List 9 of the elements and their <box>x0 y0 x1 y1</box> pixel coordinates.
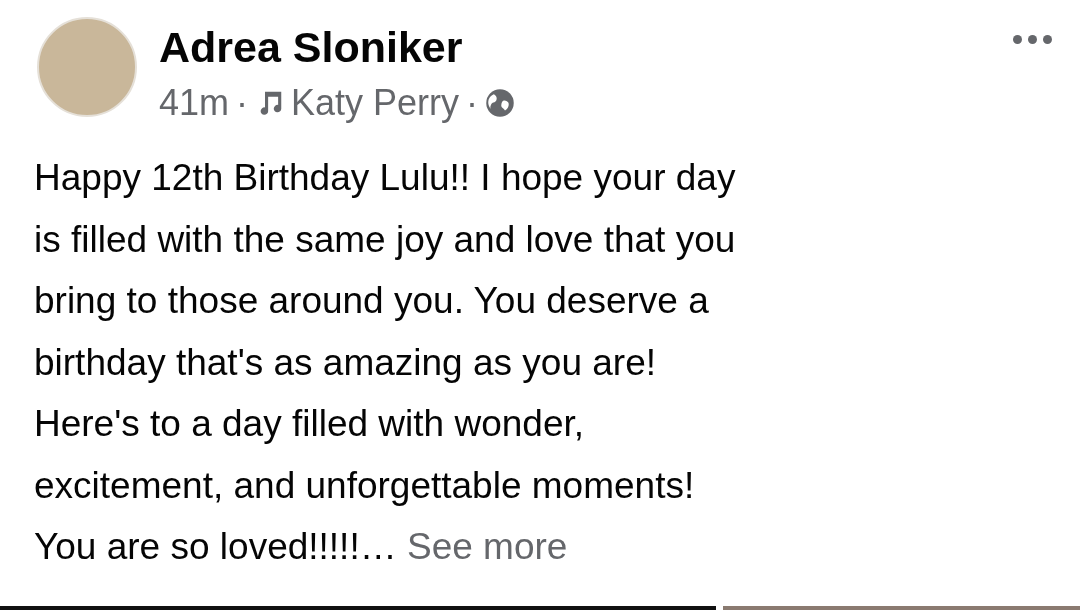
globe-icon <box>485 88 516 118</box>
see-more-link[interactable]: See more <box>406 526 568 567</box>
separator-dot: · <box>236 81 249 125</box>
music-artist[interactable]: Katy Perry <box>291 81 460 125</box>
more-options-button[interactable] <box>1011 33 1054 46</box>
post-time[interactable]: 41m <box>159 81 230 125</box>
author-name[interactable]: Adrea Sloniker <box>159 19 516 75</box>
post-text: Happy 12th Birthday Lulu!! I hope your day is filled with the same joy and love that you bring to those around you. You deserve a birthday that's as amazing as you are! Here's to a day filled with wonder, excitement, and unforgettable moments! You are so loved!!!!!… See more <box>34 156 737 569</box>
separator-dot: · <box>466 81 479 125</box>
